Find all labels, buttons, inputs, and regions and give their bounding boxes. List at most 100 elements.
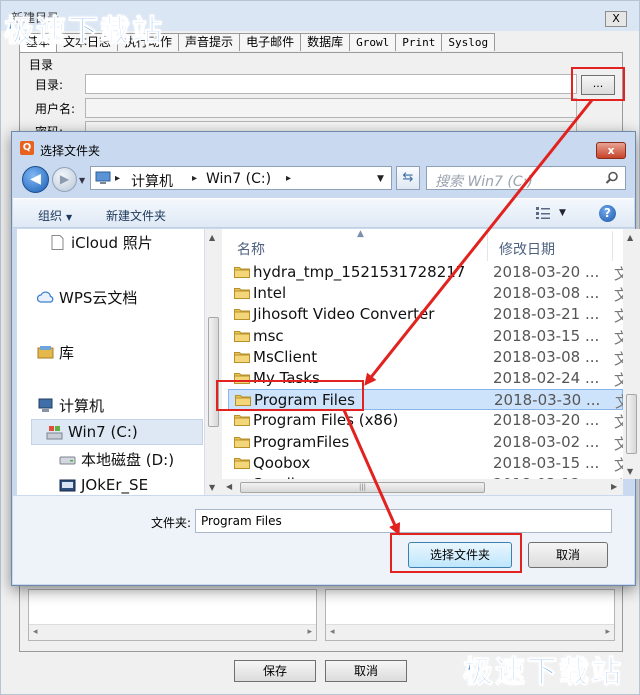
scroll-down-arrow-icon[interactable]: ▼ bbox=[627, 467, 633, 476]
drive-icon bbox=[59, 479, 76, 491]
directory-input[interactable] bbox=[85, 74, 577, 94]
breadcrumb-win7-drive[interactable]: Win7 (C:) bbox=[206, 171, 271, 187]
watermark-top: 极速下载站 bbox=[4, 14, 164, 50]
help-icon[interactable]: ? bbox=[599, 205, 616, 222]
organize-caret-icon: ▼ bbox=[66, 213, 73, 222]
scroll-down-arrow-icon[interactable]: ▼ bbox=[209, 483, 215, 492]
nav-item-label: 本地磁盘 (D:) bbox=[81, 450, 175, 469]
file-row[interactable]: Intel 2018-03-08 ... 文 bbox=[228, 283, 623, 304]
breadcrumb-computer[interactable]: 计算机 bbox=[131, 171, 173, 191]
file-type: 文 bbox=[614, 286, 623, 305]
username-input[interactable] bbox=[85, 98, 577, 118]
scroll-left-arrow-icon[interactable]: ◂ bbox=[33, 627, 38, 637]
file-type: 文 bbox=[614, 328, 623, 347]
nav-item-icloud-photos[interactable]: iCloud 照片 bbox=[49, 229, 153, 255]
save-button[interactable]: 保存 bbox=[234, 660, 316, 682]
nav-item-computer[interactable]: 计算机 bbox=[37, 392, 104, 418]
folder-icon bbox=[234, 436, 250, 448]
file-row[interactable]: msc 2018-03-15 ... 文 bbox=[228, 326, 623, 347]
background-cancel-button[interactable]: 取消 bbox=[325, 660, 407, 682]
scroll-up-arrow-icon[interactable]: ▲ bbox=[209, 233, 215, 242]
sort-ascending-icon: ▲ bbox=[357, 229, 364, 239]
background-left-list[interactable]: ◂ ▸ bbox=[28, 589, 317, 641]
column-divider[interactable] bbox=[612, 231, 613, 261]
file-list-hscrollbar[interactable]: ◀ ||| ▶ bbox=[222, 479, 623, 495]
column-header-name[interactable]: 名称 bbox=[237, 239, 265, 259]
tab-growl[interactable]: Growl bbox=[349, 33, 397, 51]
nav-item-local-disk-d[interactable]: 本地磁盘 (D:) bbox=[59, 446, 174, 472]
file-row[interactable]: Program Files (x86) 2018-03-20 ... 文 bbox=[228, 410, 623, 431]
search-box[interactable]: 搜索 Win7 (C:) bbox=[426, 166, 626, 190]
scroll-right-arrow-icon[interactable]: ▸ bbox=[605, 627, 610, 637]
nav-item-joker-se[interactable]: JOkEr_SE bbox=[59, 472, 148, 495]
back-arrow-icon[interactable]: ◀ bbox=[22, 166, 49, 193]
tab-syslog[interactable]: Syslog bbox=[441, 33, 496, 51]
tab-email[interactable]: 电子邮件 bbox=[239, 33, 302, 51]
view-options-icon[interactable] bbox=[535, 206, 551, 220]
column-header-modified[interactable]: 修改日期 bbox=[499, 239, 555, 259]
file-type: 文 bbox=[614, 413, 623, 432]
breadcrumb-separator-icon[interactable]: ▸ bbox=[286, 173, 291, 184]
recent-locations-chevron-icon[interactable]: ▼ bbox=[79, 176, 85, 185]
tab-database[interactable]: 数据库 bbox=[300, 33, 351, 51]
file-row[interactable]: ProgramFiles 2018-03-02 ... 文 bbox=[228, 432, 623, 453]
nav-item-wps-cloud[interactable]: WPS云文档 bbox=[37, 284, 137, 310]
file-row[interactable]: hydra_tmp_1521531728217 2018-03-20 ... 文 bbox=[228, 262, 623, 283]
nav-item-win7-drive[interactable]: Win7 (C:) bbox=[31, 419, 203, 445]
file-list-vscrollbar[interactable]: ▲ ▼ bbox=[623, 229, 640, 479]
file-modified-date: 2018-03-15 ... bbox=[493, 453, 600, 472]
folder-label: 文件夹: bbox=[151, 516, 192, 530]
file-list-vscroll-thumb[interactable] bbox=[626, 394, 637, 454]
command-toolbar: 组织 ▼ 新建文件夹 ▼ ? bbox=[13, 198, 634, 228]
file-type: 文 bbox=[614, 265, 623, 283]
organize-menu[interactable]: 组织 ▼ bbox=[38, 207, 72, 224]
folder-icon bbox=[234, 330, 250, 342]
scroll-up-arrow-icon[interactable]: ▲ bbox=[627, 233, 633, 242]
tab-print[interactable]: Print bbox=[395, 33, 443, 51]
scroll-left-arrow-icon[interactable]: ◂ bbox=[330, 627, 335, 637]
background-right-list[interactable]: ◂ ▸ bbox=[325, 589, 615, 641]
file-list-pane: ▲ 名称 修改日期 hydra_tmp_1521531728217 2018-03… bbox=[222, 229, 623, 479]
dialog-cancel-button[interactable]: 取消 bbox=[528, 542, 608, 568]
navigation-scrollbar[interactable]: ▲ ▼ bbox=[205, 229, 222, 495]
computer-icon bbox=[95, 171, 111, 184]
search-icon[interactable] bbox=[605, 171, 619, 185]
view-options-caret-icon[interactable]: ▼ bbox=[559, 208, 566, 218]
new-folder-button[interactable]: 新建文件夹 bbox=[106, 207, 166, 224]
file-row[interactable]: MsClient 2018-03-08 ... 文 bbox=[228, 347, 623, 368]
file-type: 文 bbox=[614, 434, 623, 453]
file-type: 文 bbox=[614, 455, 623, 474]
cloud-icon bbox=[37, 290, 54, 303]
file-name: msc bbox=[253, 326, 284, 345]
file-list-hscroll-thumb[interactable]: ||| bbox=[240, 482, 485, 493]
scroll-right-arrow-icon[interactable]: ▶ bbox=[611, 482, 617, 491]
file-row[interactable]: Jihosoft Video Converter 2018-03-21 ... 文 bbox=[228, 304, 623, 325]
scroll-right-arrow-icon[interactable]: ▸ bbox=[307, 627, 312, 637]
forward-arrow-icon[interactable]: ▶ bbox=[52, 167, 77, 192]
file-name: Qoobox bbox=[253, 453, 311, 472]
nav-item-label: WPS云文档 bbox=[59, 288, 138, 307]
address-dropdown-icon[interactable]: ▼ bbox=[377, 174, 384, 184]
breadcrumb-separator-icon[interactable]: ▸ bbox=[115, 173, 120, 184]
dialog-close-button[interactable]: x bbox=[596, 142, 626, 159]
file-modified-date: 2018-03-30 ... bbox=[494, 391, 601, 410]
refresh-button[interactable]: ⇆ bbox=[396, 166, 420, 190]
folder-icon bbox=[234, 267, 250, 278]
file-modified-date: 2018-03-20 ... bbox=[493, 263, 600, 281]
background-right-hscroll[interactable]: ◂ ▸ bbox=[326, 624, 614, 640]
background-close-button[interactable]: X bbox=[605, 11, 627, 27]
nav-item-libraries[interactable]: 库 bbox=[37, 339, 74, 365]
file-row[interactable]: Qoobox 2018-03-15 ... 文 bbox=[228, 453, 623, 474]
background-left-hscroll[interactable]: ◂ ▸ bbox=[29, 624, 316, 640]
watermark-bottom: 极速下载站 bbox=[463, 655, 623, 691]
file-modified-date: 2018-03-08 ... bbox=[493, 347, 600, 366]
breadcrumb-separator-icon[interactable]: ▸ bbox=[192, 173, 197, 184]
tab-sound-alert[interactable]: 声音提示 bbox=[178, 33, 241, 51]
scroll-left-arrow-icon[interactable]: ◀ bbox=[226, 482, 232, 491]
column-divider[interactable] bbox=[487, 231, 488, 261]
file-type: 文 bbox=[614, 307, 623, 326]
folder-name-input[interactable] bbox=[195, 509, 612, 533]
search-placeholder: 搜索 Win7 (C:) bbox=[435, 174, 533, 190]
folder-icon bbox=[234, 288, 250, 300]
address-bar[interactable]: ▸ 计算机 ▸ Win7 (C:) ▸ ▼ bbox=[90, 166, 392, 190]
